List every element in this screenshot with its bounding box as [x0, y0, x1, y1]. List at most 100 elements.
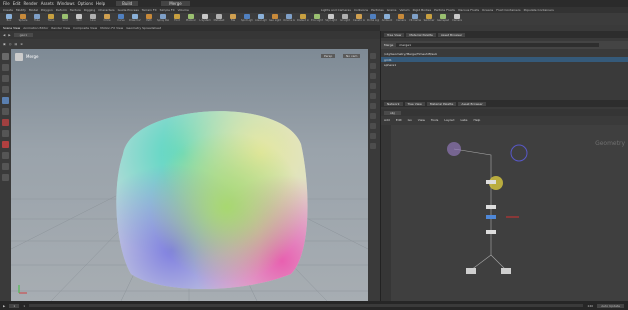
network-menu-item[interactable]: Go	[408, 118, 412, 122]
shelf-tab[interactable]: Populate Containers	[524, 8, 554, 12]
grid-tool-icon[interactable]	[2, 163, 9, 170]
network-menu-item[interactable]: Tools	[431, 118, 438, 122]
build-dropdown[interactable]: Build	[116, 1, 139, 6]
shelf-tab[interactable]: Rigid Bodies	[413, 8, 432, 12]
node[interactable]	[466, 268, 476, 274]
node[interactable]	[501, 268, 511, 274]
scene-tab[interactable]: Render View	[51, 26, 70, 30]
network-path[interactable]: obj	[384, 110, 401, 115]
shelf-tool[interactable]: Line	[87, 13, 99, 25]
shelf-tool[interactable]: Font	[171, 13, 183, 25]
shelf-tool[interactable]: Portal Light	[367, 13, 379, 25]
shelf-tab[interactable]: Guide Process	[118, 8, 139, 12]
shelf-tab[interactable]: Viscous Fluids	[458, 8, 479, 12]
display-option-icon[interactable]	[370, 83, 376, 89]
list-item[interactable]: sphere1	[381, 62, 628, 67]
shelf-tab[interactable]: Modify	[16, 8, 26, 12]
node[interactable]	[486, 230, 496, 234]
display-option-icon[interactable]	[370, 93, 376, 99]
shelf-tool[interactable]: Env Light	[311, 13, 323, 25]
shelf-tab[interactable]: Particles	[371, 8, 384, 12]
scene-tab[interactable]: Geometry Spreadsheet	[126, 26, 161, 30]
start-frame[interactable]: 1	[23, 304, 25, 308]
menu-windows[interactable]: Windows	[57, 1, 75, 6]
shelf-tab[interactable]: Oceans	[482, 8, 493, 12]
network-menu-item[interactable]: Labs	[461, 118, 468, 122]
shelf-tool[interactable]: Area Light	[255, 13, 267, 25]
shelf-tab[interactable]: Fluid Containers	[496, 8, 520, 12]
shelf-tool[interactable]: Sphere	[17, 13, 29, 25]
network-menu-item[interactable]: Add	[384, 118, 390, 122]
display-option-icon[interactable]	[370, 133, 376, 139]
shelf-tool[interactable]: Camera	[451, 13, 463, 25]
shelf-tool[interactable]: Metaball	[213, 13, 225, 25]
shelf-tool[interactable]: Distant Light	[297, 13, 309, 25]
shelf-tool[interactable]: Caustic Light	[353, 13, 365, 25]
magnet-icon[interactable]	[2, 141, 9, 148]
shelf-tool[interactable]: Spot Light	[241, 13, 253, 25]
shelf-tool[interactable]: Null	[73, 13, 85, 25]
node[interactable]	[486, 215, 496, 219]
merge-dropdown[interactable]: Merge	[161, 1, 190, 6]
shelf-tool[interactable]: Tube	[31, 13, 43, 25]
shelf-tool[interactable]: Path	[143, 13, 155, 25]
display-option-icon[interactable]	[370, 73, 376, 79]
shelf-tool[interactable]: Switcher	[423, 13, 435, 25]
network-canvas[interactable]: Geometry	[391, 125, 628, 301]
shelf-tab[interactable]: Model	[29, 8, 38, 12]
shelf-tab[interactable]: Simple FX	[160, 8, 175, 12]
move-tool-icon[interactable]	[2, 64, 9, 71]
handle-tool-icon[interactable]	[2, 97, 9, 104]
shelf-tool[interactable]: Grid	[59, 13, 71, 25]
viewport[interactable]: Merge Persp No cam	[11, 49, 368, 301]
node-name[interactable]: merge1	[396, 43, 600, 47]
shelf-tab[interactable]: Characters	[98, 8, 114, 12]
visibility-icon[interactable]	[2, 174, 9, 181]
menu-options[interactable]: Options	[78, 1, 93, 6]
shelf-tool[interactable]: File	[227, 13, 239, 25]
menu-help[interactable]: Help	[96, 1, 105, 6]
shelf-tab[interactable]: Collisions	[354, 8, 368, 12]
display-icon[interactable]: ▤	[14, 42, 17, 46]
shelf-tool[interactable]: Ambient	[381, 13, 393, 25]
shelf-tab[interactable]: Vellum	[399, 8, 409, 12]
shelf-tab[interactable]: Texture	[70, 8, 81, 12]
select-icon[interactable]: ▣	[3, 42, 6, 46]
update-mode[interactable]: Auto Update	[597, 303, 624, 308]
network-menu-item[interactable]: Edit	[396, 118, 402, 122]
shelf-tool[interactable]: L-System	[199, 13, 211, 25]
shelf-tool[interactable]: Curve	[115, 13, 127, 25]
param-tab[interactable]: Material Palette	[406, 32, 436, 37]
network-tab[interactable]: Tree View	[404, 101, 425, 106]
brush-tool-icon[interactable]	[2, 119, 9, 126]
display-option-icon[interactable]	[370, 63, 376, 69]
menu-assets[interactable]: Assets	[41, 1, 54, 6]
param-tab[interactable]: Asset Browser	[437, 32, 466, 37]
network-tab[interactable]: Network	[384, 101, 403, 106]
shelf-tool[interactable]: Sky Light	[325, 13, 337, 25]
view-icon[interactable]: ◎	[9, 42, 12, 46]
timeline[interactable]: ▶ 1 1 240 Auto Update	[0, 301, 628, 310]
network-menu-item[interactable]: View	[418, 118, 425, 122]
end-frame[interactable]: 240	[587, 304, 593, 308]
shelf-tool[interactable]: Platonic	[185, 13, 197, 25]
object-path[interactable]: geo1	[13, 33, 34, 37]
param-tab[interactable]: Tree View	[384, 32, 405, 37]
shelf-tab[interactable]: Terrain FX	[142, 8, 157, 12]
shelf-tab[interactable]: Rigging	[84, 8, 95, 12]
node[interactable]	[486, 205, 496, 209]
shelf-tab[interactable]: Polygon	[41, 8, 53, 12]
network-menu-item[interactable]: Help	[474, 118, 481, 122]
timeline-scrubber[interactable]	[29, 304, 584, 307]
display-option-icon[interactable]	[370, 113, 376, 119]
snap-tool-icon[interactable]	[2, 152, 9, 159]
shelf-tab[interactable]: Particle Fluids	[434, 8, 455, 12]
scene-tab[interactable]: Motion FX View	[100, 26, 123, 30]
shelf-tab[interactable]: Lights and Cameras	[321, 8, 351, 12]
network-menu-item[interactable]: Layout	[444, 118, 454, 122]
back-icon[interactable]: ◀	[3, 33, 5, 37]
scene-tab[interactable]: Composite View	[73, 26, 97, 30]
menu-edit[interactable]: Edit	[13, 1, 21, 6]
forward-icon[interactable]: ▶	[8, 33, 10, 37]
scale-tool-icon[interactable]	[2, 86, 9, 93]
